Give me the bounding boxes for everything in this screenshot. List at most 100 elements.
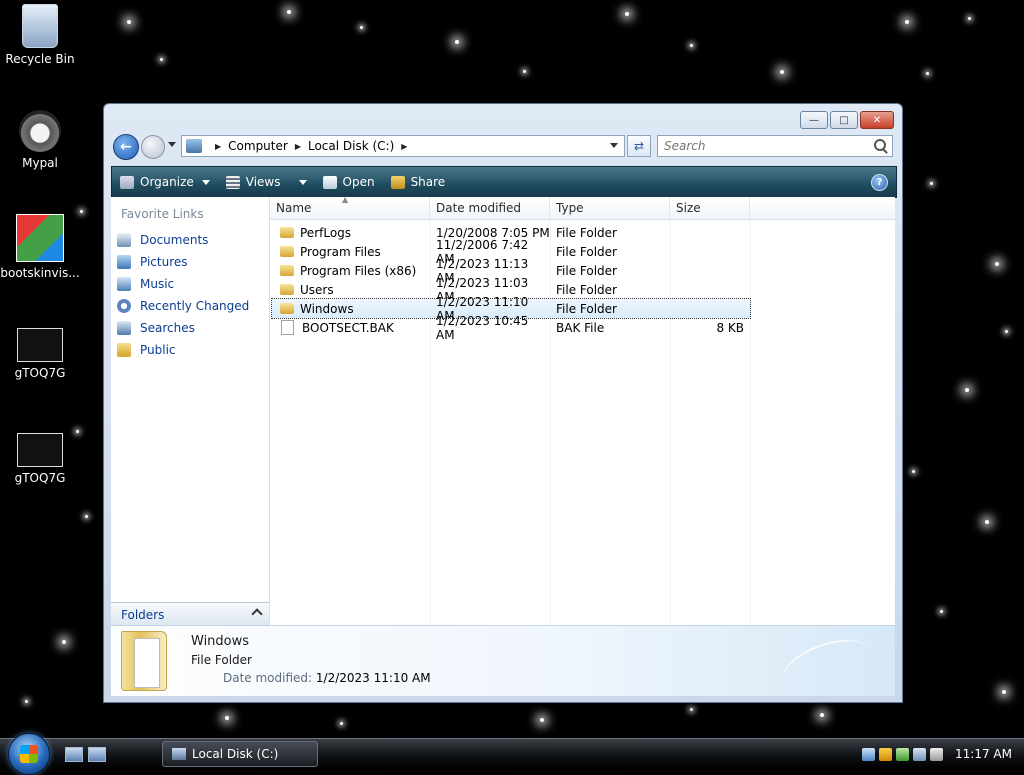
recycle-bin-icon — [22, 4, 58, 48]
refresh-icon: ⇄ — [633, 139, 645, 153]
switch-windows-icon[interactable] — [88, 747, 106, 762]
breadcrumb-chevron-icon[interactable]: ▶ — [215, 142, 221, 151]
search-icon[interactable] — [874, 139, 886, 151]
nav-link-searches[interactable]: Searches — [111, 317, 269, 339]
large-folder-icon — [121, 631, 167, 691]
decorative-swoosh — [776, 629, 876, 701]
column-label: Size — [676, 201, 701, 215]
address-dropdown-icon[interactable] — [610, 143, 618, 148]
show-desktop-icon[interactable] — [65, 747, 83, 762]
display-icon[interactable] — [913, 747, 927, 761]
back-button[interactable]: ← — [113, 134, 139, 160]
maximize-button[interactable]: □ — [830, 111, 858, 129]
details-title: Windows — [191, 634, 250, 649]
minimize-button[interactable]: — — [800, 111, 828, 129]
help-icon[interactable]: ? — [871, 174, 888, 191]
nav-link-documents[interactable]: Documents — [111, 229, 269, 251]
details-subtitle: File Folder — [191, 653, 252, 667]
organize-button[interactable]: Organize — [112, 167, 218, 197]
nav-link-public[interactable]: Public — [111, 339, 269, 361]
folders-toggle[interactable]: Folders — [111, 602, 269, 626]
folder-icon — [280, 246, 294, 257]
folder-icon — [280, 284, 294, 295]
file-name: Windows — [300, 301, 354, 316]
folders-label: Folders — [121, 607, 165, 622]
folder-icon — [280, 265, 294, 276]
image-thumbnail-icon — [17, 328, 63, 362]
open-label: Open — [342, 175, 375, 189]
views-button[interactable]: Views — [218, 167, 315, 197]
recent-pages-dropdown-icon[interactable] — [168, 142, 176, 147]
nav-link-pictures[interactable]: Pictures — [111, 251, 269, 273]
raccoon-app-icon — [19, 110, 61, 152]
file-name: PerfLogs — [300, 225, 352, 240]
taskbar-button-local-disk[interactable]: Local Disk (C:) — [162, 741, 318, 767]
network-icon[interactable] — [862, 747, 876, 761]
connection-check-icon[interactable] — [896, 747, 910, 761]
column-header-date-modified[interactable]: Date modified — [430, 197, 550, 219]
documents-icon — [117, 233, 131, 247]
column-header-type[interactable]: Type — [550, 197, 670, 219]
column-label: Name — [276, 201, 312, 215]
file-type: File Folder — [556, 244, 617, 259]
searches-icon — [117, 321, 131, 335]
volume-muted-icon[interactable] — [930, 747, 944, 761]
desktop-icon-mypal[interactable]: Mypal — [0, 110, 80, 170]
installer-icon — [16, 214, 64, 262]
taskbar-button-label: Local Disk (C:) — [192, 747, 279, 761]
open-button[interactable]: Open — [315, 167, 383, 197]
table-row[interactable]: BOOTSECT.BAK 1/2/2023 10:45 AM BAK File … — [272, 314, 750, 342]
desktop-icon-label: gTOQ7G — [14, 366, 66, 380]
details-meta-value: 1/2/2023 11:10 AM — [315, 671, 431, 685]
breadcrumb-local-disk[interactable]: Local Disk (C:) — [308, 139, 394, 153]
column-header-name[interactable]: ▲ Name — [270, 195, 430, 219]
search-input[interactable] — [662, 136, 866, 156]
refresh-button[interactable]: ⇄ — [627, 135, 651, 157]
close-button[interactable]: ✕ — [860, 111, 894, 129]
breadcrumb-chevron-icon[interactable]: ▶ — [401, 142, 407, 151]
clock[interactable]: 11:17 AM — [955, 747, 1012, 761]
navigation-row: ← ▶ Computer ▶ Local Disk (C:) ▶ ⇄ — [111, 132, 895, 162]
favorite-links-heading: Favorite Links — [121, 207, 204, 221]
system-tray: 11:17 AM — [854, 739, 1024, 769]
search-box — [657, 135, 893, 157]
image-thumbnail-icon — [17, 433, 63, 467]
file-type: File Folder — [556, 225, 617, 240]
column-header-size[interactable]: Size — [670, 197, 750, 219]
file-rows: PerfLogs 1/20/2008 7:05 PM File Folder P… — [271, 223, 751, 342]
pictures-icon — [117, 255, 131, 269]
sort-ascending-icon: ▲ — [342, 195, 349, 204]
desktop-icon-gtoq7g-2[interactable]: gTOQ7G — [0, 433, 80, 485]
organize-label: Organize — [140, 175, 194, 189]
file-name: BOOTSECT.BAK — [302, 320, 394, 335]
desktop-icon-bootskin[interactable]: bootskinvis... — [0, 214, 80, 280]
breadcrumb-computer[interactable]: Computer — [228, 139, 288, 153]
nav-link-recently-changed[interactable]: Recently Changed — [111, 295, 269, 317]
public-folder-icon — [117, 343, 131, 357]
share-button[interactable]: Share — [383, 167, 454, 197]
desktop-icon-recycle-bin[interactable]: Recycle Bin — [0, 4, 80, 66]
folder-icon — [280, 227, 294, 238]
forward-button[interactable] — [141, 135, 165, 159]
organize-icon — [120, 175, 134, 189]
desktop-icon-gtoq7g-1[interactable]: gTOQ7G — [0, 328, 80, 380]
address-bar[interactable]: ▶ Computer ▶ Local Disk (C:) ▶ — [181, 135, 625, 157]
security-shield-icon[interactable] — [879, 747, 893, 761]
drive-icon — [172, 748, 186, 760]
chevron-down-icon — [298, 179, 307, 185]
nav-link-label: Pictures — [140, 255, 188, 269]
nav-link-label: Recently Changed — [140, 299, 250, 313]
folder-icon — [280, 303, 294, 314]
views-label: Views — [245, 175, 281, 189]
breadcrumb-chevron-icon[interactable]: ▶ — [295, 142, 301, 151]
nav-link-music[interactable]: Music — [111, 273, 269, 295]
nav-link-label: Music — [140, 277, 175, 291]
desktop-icon-label: bootskinvis... — [0, 266, 80, 280]
open-icon — [322, 175, 337, 189]
taskbar: Local Disk (C:) 11:17 AM — [0, 733, 1024, 775]
start-button[interactable] — [8, 733, 50, 775]
music-icon — [117, 277, 131, 291]
explorer-window: — □ ✕ ← ▶ Computer ▶ Local Disk (C:) ▶ ⇄… — [103, 103, 903, 703]
file-name: Users — [300, 282, 334, 297]
nav-link-label: Searches — [140, 321, 195, 335]
